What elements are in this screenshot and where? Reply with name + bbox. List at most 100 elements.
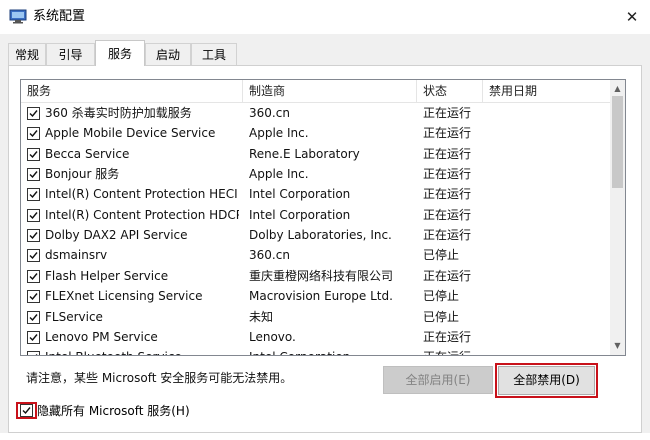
row-checkbox[interactable]	[27, 127, 40, 140]
manufacturer-cell: 未知	[249, 310, 274, 324]
service-name-cell: Lenovo PM Service	[45, 330, 158, 344]
service-name-cell: Apple Mobile Device Service	[45, 126, 216, 140]
disable-date-cell	[489, 184, 599, 204]
status-cell: 正在运行	[423, 126, 472, 140]
disable-all-button-label: 全部禁用(D)	[498, 366, 595, 395]
column-header-service[interactable]: 服务	[21, 80, 243, 102]
disable-date-cell	[489, 327, 599, 347]
system-config-icon	[9, 9, 27, 24]
checkmark-icon	[29, 151, 38, 159]
manufacturer-cell: Dolby Laboratories, Inc.	[249, 228, 392, 242]
row-checkbox[interactable]	[27, 311, 40, 324]
hide-microsoft-label: 隐藏所有 Microsoft 服务(H)	[37, 404, 190, 418]
checkmark-icon	[29, 130, 38, 138]
table-row[interactable]: Bonjour 服务 Apple Inc. 正在运行	[21, 164, 610, 184]
disable-date-cell	[489, 307, 599, 327]
status-cell: 已停止	[423, 248, 460, 262]
row-checkbox[interactable]	[27, 249, 40, 262]
hide-microsoft-checkbox[interactable]	[20, 404, 33, 417]
disable-date-cell	[489, 103, 599, 123]
table-row[interactable]: Dolby DAX2 API Service Dolby Laboratories…	[21, 225, 610, 245]
service-name-cell: Intel(R) Content Protection HECI ...	[45, 187, 239, 201]
row-checkbox[interactable]	[27, 168, 40, 181]
row-checkbox[interactable]	[27, 209, 40, 222]
row-checkbox[interactable]	[27, 107, 40, 120]
manufacturer-cell: Macrovision Europe Ltd.	[249, 289, 393, 303]
row-checkbox[interactable]	[27, 331, 40, 344]
row-checkbox[interactable]	[27, 229, 40, 242]
column-header-status[interactable]: 状态	[417, 80, 483, 102]
row-checkbox[interactable]	[27, 188, 40, 201]
row-checkbox[interactable]	[27, 351, 40, 355]
checkmark-icon	[29, 191, 38, 199]
checkmark-icon	[29, 273, 38, 281]
vertical-scrollbar[interactable]: ▲ ▼	[610, 80, 625, 355]
status-cell: 正在运行	[423, 330, 472, 344]
disable-date-cell	[489, 123, 599, 143]
status-cell: 已停止	[423, 310, 460, 324]
status-cell: 已停止	[423, 289, 460, 303]
disable-date-cell	[489, 144, 599, 164]
tab-services[interactable]: 服务	[95, 40, 145, 66]
disable-date-cell	[489, 347, 599, 355]
service-name-cell: dsmainsrv	[45, 248, 108, 262]
service-name-cell: 360 杀毒实时防护加载服务	[45, 106, 192, 120]
table-row[interactable]: Becca Service Rene.E Laboratory 正在运行	[21, 144, 610, 164]
row-checkbox[interactable]	[27, 270, 40, 283]
manufacturer-cell: 360.cn	[249, 248, 290, 262]
table-row[interactable]: Apple Mobile Device Service Apple Inc. 正在运…	[21, 123, 610, 143]
disable-all-button[interactable]: 全部禁用(D)	[495, 363, 598, 398]
title-bar: 系统配置 ✕	[0, 0, 650, 34]
service-name-cell: Bonjour 服务	[45, 167, 120, 181]
column-header-manufacturer[interactable]: 制造商	[243, 80, 417, 102]
tab-boot[interactable]: 引导	[46, 43, 95, 65]
row-checkbox[interactable]	[27, 290, 40, 303]
status-cell: 正在运行	[423, 147, 472, 161]
table-row[interactable]: FLService 未知 已停止	[21, 307, 610, 327]
manufacturer-cell: Intel Corporation	[249, 347, 417, 355]
status-cell: 正在运行	[423, 228, 472, 242]
checkmark-icon	[35, 354, 38, 355]
scroll-up-icon[interactable]: ▲	[610, 82, 625, 96]
disable-date-cell	[489, 245, 599, 265]
checkmark-icon	[22, 407, 31, 415]
manufacturer-cell: Apple Inc.	[249, 167, 309, 181]
table-row[interactable]: Intel Bluetooth Service Intel Corporation…	[21, 347, 610, 355]
service-name-cell: FLEXnet Licensing Service	[45, 289, 203, 303]
manufacturer-cell: Lenovo.	[249, 330, 296, 344]
tab-general[interactable]: 常规	[8, 43, 46, 65]
status-cell: 正在运行	[423, 187, 472, 201]
table-row[interactable]: Intel(R) Content Protection HDCP... Intel…	[21, 205, 610, 225]
list-header: 服务 制造商 状态 禁用日期	[21, 80, 610, 103]
scroll-track[interactable]	[612, 96, 623, 339]
service-name-cell: Intel(R) Content Protection HDCP...	[45, 208, 239, 222]
table-row[interactable]: Intel(R) Content Protection HECI ... Inte…	[21, 184, 610, 204]
row-checkbox[interactable]	[27, 148, 40, 161]
column-header-disable-date[interactable]: 禁用日期	[483, 80, 610, 102]
checkmark-icon	[29, 334, 38, 342]
tab-startup[interactable]: 启动	[145, 43, 191, 65]
table-row[interactable]: dsmainsrv 360.cn 已停止	[21, 245, 610, 265]
enable-all-button[interactable]: 全部启用(E)	[383, 366, 493, 394]
table-row[interactable]: Lenovo PM Service Lenovo. 正在运行	[21, 327, 610, 347]
service-name-cell: Flash Helper Service	[45, 269, 169, 283]
service-name-cell: Intel Bluetooth Service	[45, 347, 239, 355]
table-row[interactable]: FLEXnet Licensing Service Macrovision Eur…	[21, 286, 610, 306]
list-rows: 360 杀毒实时防护加载服务 360.cn 正在运行 Apple Mobile Dev…	[21, 103, 610, 355]
table-row[interactable]: Flash Helper Service 重庆重橙网络科技有限公司 正在运行	[21, 266, 610, 286]
scroll-down-icon[interactable]: ▼	[610, 339, 625, 353]
checkmark-icon	[29, 293, 38, 301]
table-row[interactable]: 360 杀毒实时防护加载服务 360.cn 正在运行	[21, 103, 610, 123]
close-icon[interactable]: ✕	[618, 4, 646, 30]
checkmark-icon	[29, 314, 38, 322]
disable-date-cell	[489, 164, 599, 184]
manufacturer-cell: Intel Corporation	[249, 187, 351, 201]
scroll-thumb[interactable]	[612, 96, 623, 188]
checkmark-icon	[29, 171, 38, 179]
disable-date-cell	[489, 266, 599, 286]
checkmark-icon	[29, 212, 38, 220]
service-name-cell: Becca Service	[45, 147, 130, 161]
manufacturer-cell: Rene.E Laboratory	[249, 147, 360, 161]
disable-date-cell	[489, 205, 599, 225]
tab-tools[interactable]: 工具	[191, 43, 237, 65]
